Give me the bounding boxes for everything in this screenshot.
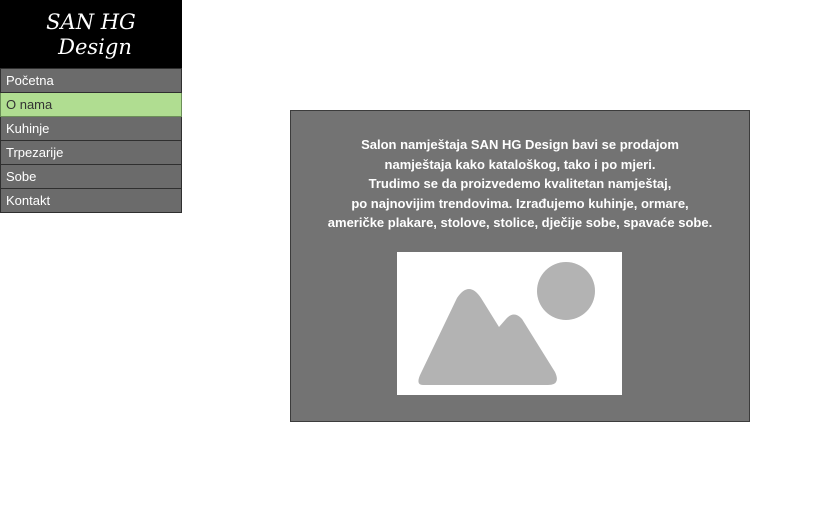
nav-item-pocetna[interactable]: Početna bbox=[0, 68, 182, 93]
image-placeholder-icon bbox=[418, 262, 595, 385]
about-content-box: Salon namještaja SAN HG Design bavi se p… bbox=[290, 110, 750, 422]
image-placeholder bbox=[397, 252, 622, 395]
logo-line-2: Design bbox=[58, 34, 132, 59]
about-description: Salon namještaja SAN HG Design bavi se p… bbox=[291, 135, 749, 233]
description-line: američke plakare, stolove, stolice, dječ… bbox=[327, 215, 713, 230]
nav-item-kontakt[interactable]: Kontakt bbox=[0, 189, 182, 213]
description-line: namještaja kako kataloškog, tako i po mj… bbox=[384, 156, 656, 172]
sidebar: SAN HG Design Početna O nama Kuhinje Trp… bbox=[0, 0, 182, 213]
description-line: Salon namještaja SAN HG Design bavi se p… bbox=[361, 137, 679, 152]
nav-item-trpezarije[interactable]: Trpezarije bbox=[0, 141, 182, 165]
page: SAN HG Design Početna O nama Kuhinje Trp… bbox=[0, 0, 835, 516]
description-line: po najnovijim trendovima. Izrađujemo kuh… bbox=[351, 195, 689, 211]
placeholder-sun-shape bbox=[537, 262, 595, 320]
description-line: Trudimo se da proizvedemo kvalitetan nam… bbox=[368, 176, 672, 191]
placeholder-mountain-shape bbox=[418, 289, 557, 385]
site-logo[interactable]: SAN HG Design bbox=[0, 0, 182, 68]
nav-item-o-nama[interactable]: O nama bbox=[0, 93, 182, 117]
main-nav: Početna O nama Kuhinje Trpezarije Sobe K… bbox=[0, 68, 182, 213]
logo-line-1: SAN HG bbox=[46, 9, 136, 34]
nav-item-sobe[interactable]: Sobe bbox=[0, 165, 182, 189]
nav-item-kuhinje[interactable]: Kuhinje bbox=[0, 117, 182, 141]
